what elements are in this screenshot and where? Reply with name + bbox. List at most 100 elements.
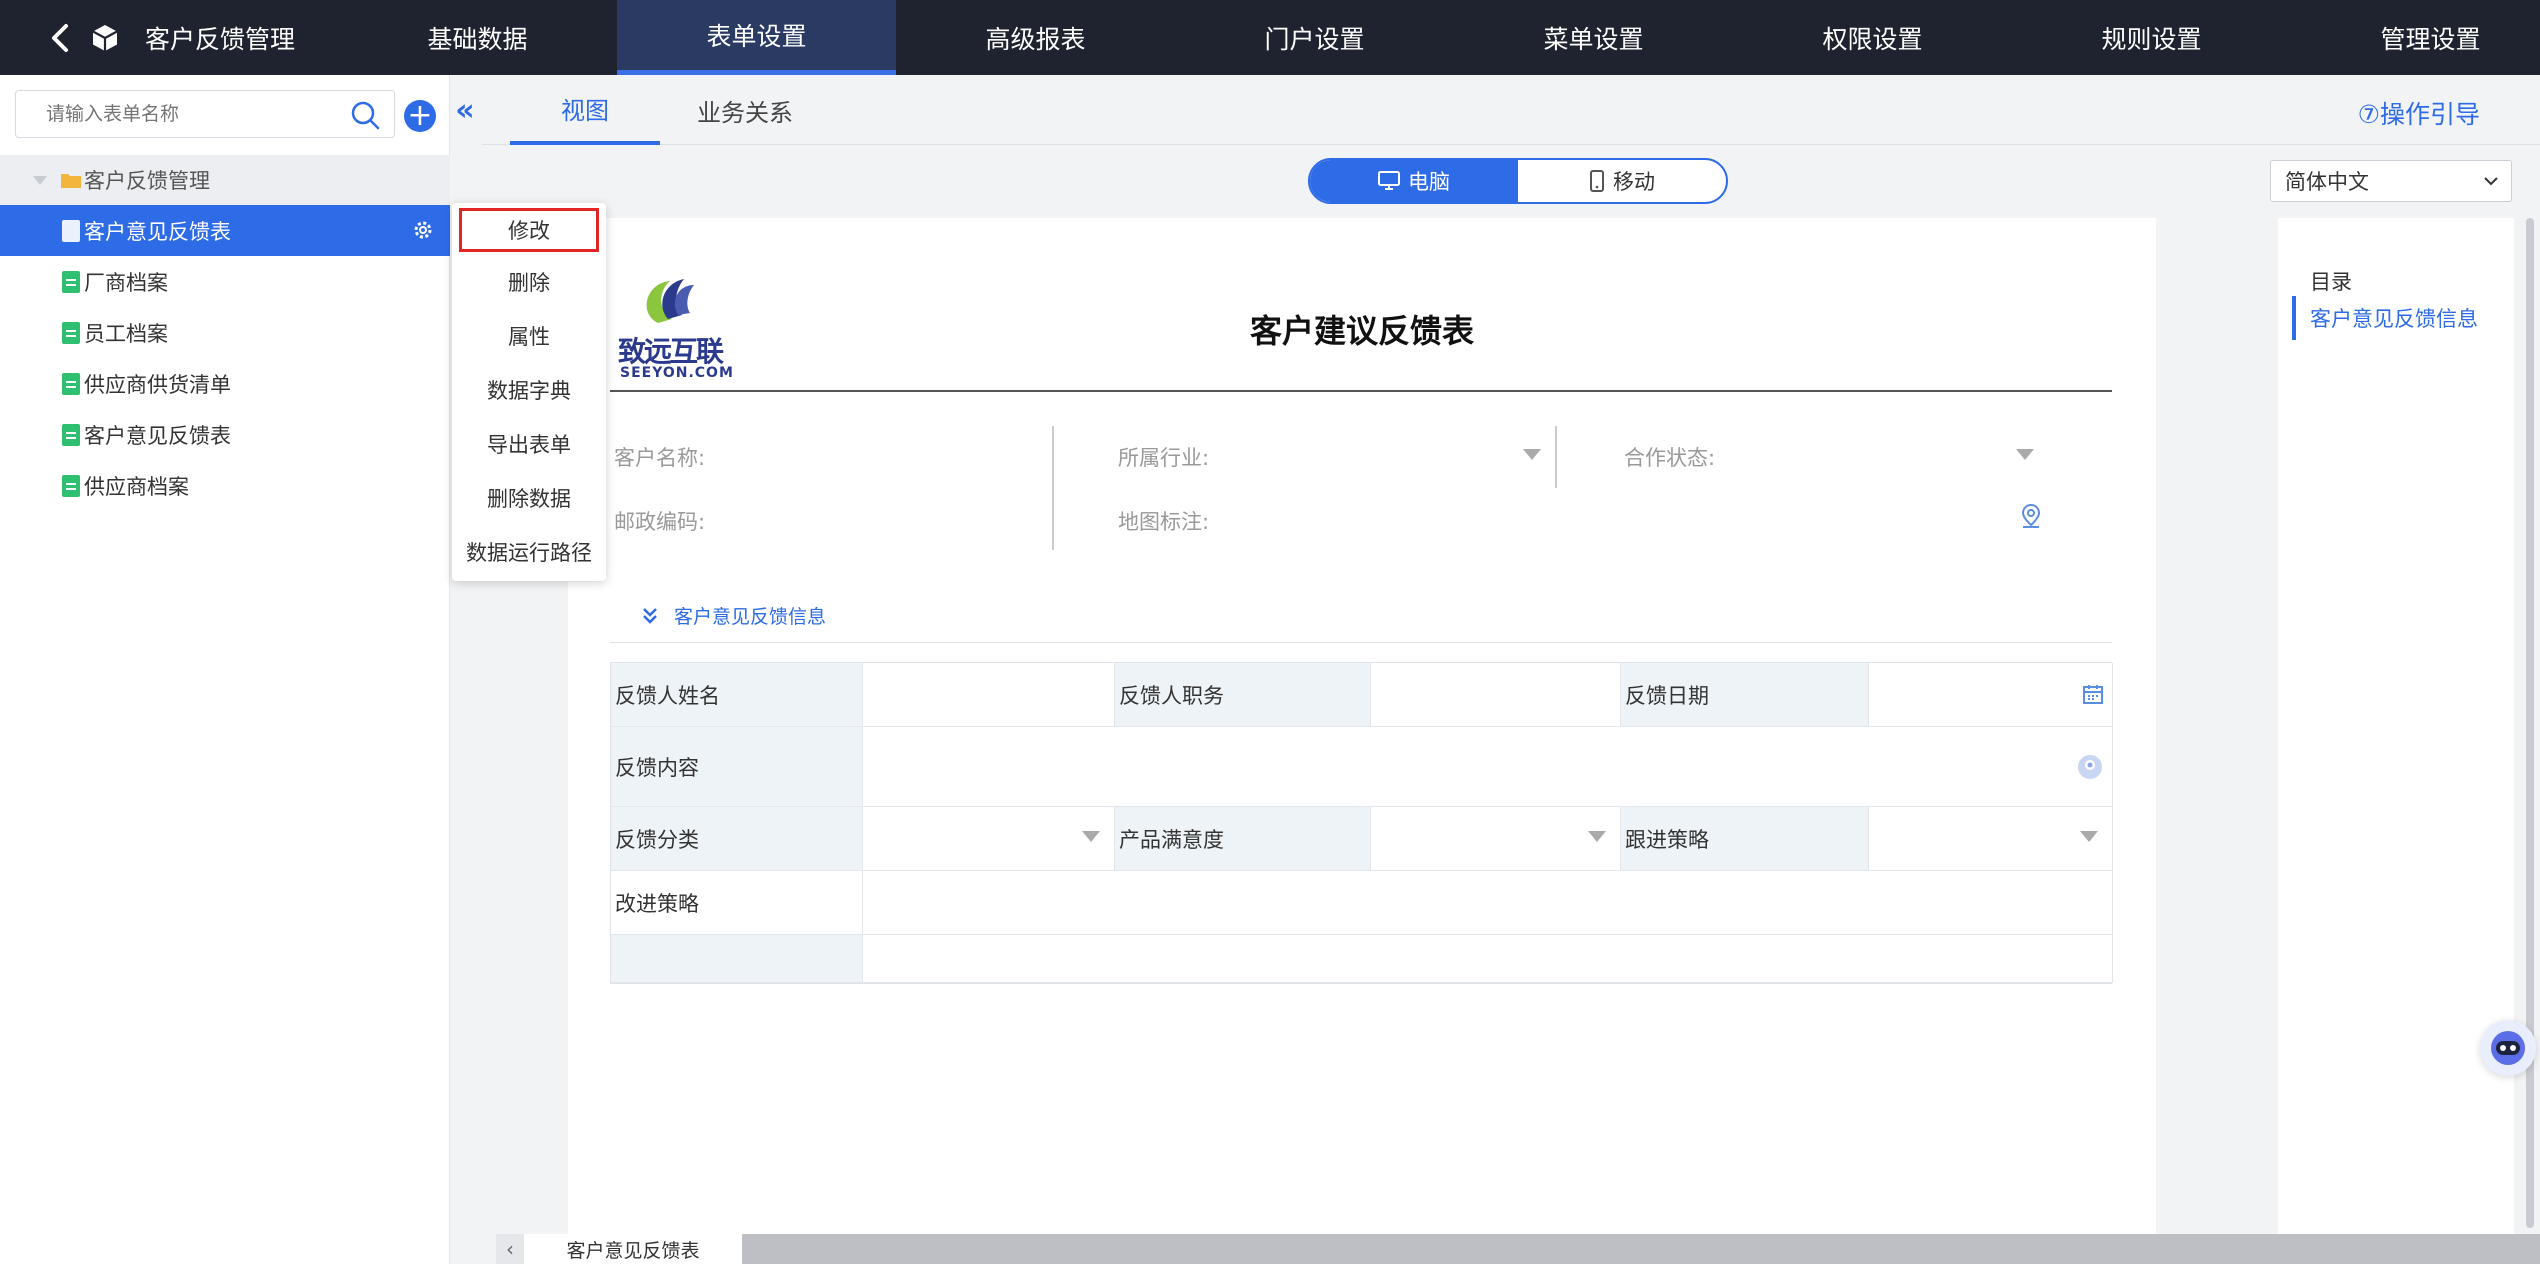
robot-face-icon: [2491, 1031, 2525, 1065]
sidebar-form-item[interactable]: 供应商档案: [0, 460, 450, 511]
topnav-item[interactable]: 规则设置: [2012, 0, 2291, 75]
tab-business-relation[interactable]: 业务关系: [660, 75, 830, 145]
monitor-icon: [1378, 171, 1400, 190]
improvement-input[interactable]: [863, 871, 2113, 935]
context-menu-item[interactable]: 导出表单: [452, 417, 606, 471]
sidebar-form-label: 供应商供货清单: [84, 372, 231, 397]
context-menu-item[interactable]: 修改: [459, 208, 599, 252]
topnav-item[interactable]: 门户设置: [1175, 0, 1454, 75]
section-divider: [610, 642, 2112, 643]
chevron-left-icon: [52, 23, 68, 52]
topnav-item[interactable]: 菜单设置: [1454, 0, 1733, 75]
language-select[interactable]: 简体中文: [2270, 160, 2512, 202]
collapse-sidebar-icon[interactable]: «: [452, 96, 478, 126]
feedback-title-input[interactable]: [1371, 663, 1621, 727]
topnav-item[interactable]: 高级报表: [896, 0, 1175, 75]
feedback-title-label: 反馈人职务: [1115, 663, 1371, 727]
context-menu-item[interactable]: 删除数据: [452, 471, 606, 525]
section-toggle[interactable]: 客户意见反馈信息: [640, 602, 826, 629]
caret-down-icon[interactable]: [30, 170, 50, 190]
map-pin-icon[interactable]: [2020, 503, 2042, 529]
operation-guide-link[interactable]: ⑦操作引导: [2358, 95, 2480, 131]
sidebar-form-item[interactable]: 客户意见反馈表: [0, 205, 450, 256]
sidebar-form-label: 客户意见反馈表: [84, 423, 231, 448]
satisfaction-label: 产品满意度: [1115, 807, 1371, 871]
folder-icon: [61, 174, 81, 188]
sheet-tab[interactable]: 客户意见反馈表: [524, 1234, 742, 1264]
field-divider: [1052, 426, 1054, 550]
sidebar-form-label: 厂商档案: [84, 270, 168, 295]
satisfaction-select[interactable]: [1371, 807, 1621, 871]
field-divider: [1555, 426, 1557, 488]
attachment-bubble-icon[interactable]: [2076, 753, 2104, 781]
coop-status-dropdown-icon[interactable]: [2016, 449, 2034, 460]
satisfaction-dropdown-icon[interactable]: [1588, 831, 1606, 842]
context-menu-item[interactable]: 数据运行路径: [452, 525, 606, 579]
gear-icon[interactable]: [412, 219, 434, 241]
mobile-view-button[interactable]: 移动: [1518, 160, 1726, 202]
topnav-item[interactable]: 管理设置: [2291, 0, 2540, 75]
scrollbar-thumb[interactable]: [2526, 218, 2534, 1228]
sidebar-form-item[interactable]: 员工档案: [0, 307, 450, 358]
feedback-date-input[interactable]: [1869, 663, 2113, 727]
title-divider: [610, 390, 2112, 392]
feedback-category-dropdown-icon[interactable]: [1082, 831, 1100, 842]
pc-view-label: 电脑: [1408, 170, 1450, 194]
topnav-item[interactable]: 表单设置: [617, 0, 896, 75]
search-input[interactable]: [16, 103, 336, 125]
form-document-icon: [62, 219, 80, 242]
app-title: 客户反馈管理: [145, 24, 296, 54]
logo-en-text: SEEYON.COM: [620, 365, 734, 381]
topnav-item[interactable]: 基础数据: [338, 0, 617, 75]
context-menu-item[interactable]: 属性: [452, 309, 606, 363]
feedback-date-label: 反馈日期: [1621, 663, 1869, 727]
tab-view[interactable]: 视图: [510, 75, 660, 145]
tree-root-folder[interactable]: 客户反馈管理: [0, 155, 450, 205]
form-canvas: 致远互联 SEEYON.COM 客户建议反馈表 客户名称: 所属行业: 合作状态…: [568, 218, 2156, 1234]
form-document-icon: [62, 423, 80, 446]
mobile-icon: [1590, 170, 1604, 192]
empty-label-cell: [611, 935, 863, 983]
sidebar: + 客户反馈管理 客户意见反馈表厂商档案员工档案供应商供货清单客户意见反馈表供应…: [0, 75, 450, 1264]
followup-dropdown-icon[interactable]: [2080, 831, 2098, 842]
toc-item-feedback-info[interactable]: 客户意见反馈信息: [2292, 296, 2478, 340]
pc-view-button[interactable]: 电脑: [1310, 160, 1518, 202]
sheet-tab-bar: ‹ 客户意见反馈表: [496, 1234, 2540, 1264]
customer-name-label: 客户名称:: [614, 446, 706, 470]
feedback-category-select[interactable]: [863, 807, 1115, 871]
double-chevron-down-icon: [643, 607, 657, 624]
topnav-item[interactable]: 权限设置: [1733, 0, 2012, 75]
view-tabs: 视图 业务关系 ⑦操作引导: [482, 75, 2540, 145]
industry-dropdown-icon[interactable]: [1523, 449, 1541, 460]
add-form-button[interactable]: +: [404, 100, 436, 132]
followup-select[interactable]: [1869, 807, 2113, 871]
coop-status-label: 合作状态:: [1624, 446, 1716, 470]
empty-input-cell[interactable]: [863, 935, 2113, 983]
sheet-scroll-left-icon[interactable]: ‹: [496, 1234, 524, 1264]
top-nav: 基础数据 表单设置 高级报表 门户设置 菜单设置 权限设置 规则设置 管理设置: [338, 0, 2540, 75]
feedback-name-input[interactable]: [863, 663, 1115, 727]
sidebar-form-item[interactable]: 客户意见反馈表: [0, 409, 450, 460]
form-document-icon: [62, 321, 80, 344]
cube-icon: [85, 18, 125, 58]
feedback-category-label: 反馈分类: [611, 807, 863, 871]
feedback-content-input[interactable]: [863, 727, 2113, 807]
calendar-icon[interactable]: [2082, 683, 2104, 705]
feedback-grid: 反馈人姓名 反馈人职务 反馈日期 反馈内容 反馈分类 产品满意度 跟进策略 改进…: [610, 662, 2113, 984]
sidebar-form-item[interactable]: 厂商档案: [0, 256, 450, 307]
back-button[interactable]: [35, 0, 85, 75]
form-document-icon: [62, 372, 80, 395]
ai-assistant-button[interactable]: [2480, 1020, 2536, 1076]
search-icon[interactable]: [350, 100, 380, 130]
postcode-label: 邮政编码:: [614, 510, 706, 534]
sidebar-form-item[interactable]: 供应商供货清单: [0, 358, 450, 409]
context-menu-item[interactable]: 数据字典: [452, 363, 606, 417]
vertical-scrollbar[interactable]: [2520, 218, 2540, 1234]
form-document-icon: [62, 474, 80, 497]
language-value: 简体中文: [2285, 170, 2369, 194]
context-menu-item[interactable]: 删除: [452, 255, 606, 309]
section-title: 客户意见反馈信息: [674, 606, 827, 628]
sidebar-form-label: 客户意见反馈表: [84, 219, 231, 244]
top-bar: 客户反馈管理 基础数据 表单设置 高级报表 门户设置 菜单设置 权限设置 规则设置 管理设置: [0, 0, 2540, 75]
mobile-view-label: 移动: [1613, 170, 1655, 194]
